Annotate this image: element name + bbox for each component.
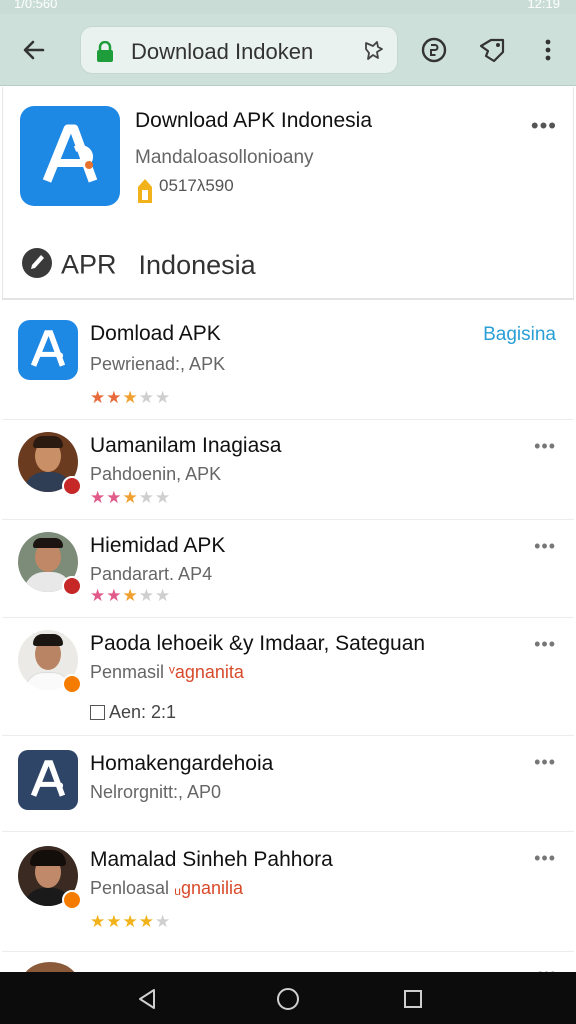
back-triangle-icon[interactable] bbox=[134, 986, 160, 1012]
app-name: Domload APK bbox=[90, 322, 221, 345]
subtitle-prefix: Penmasil bbox=[90, 662, 165, 682]
section-word-2: Indonesia bbox=[138, 249, 256, 280]
meta-text: Aen: 2:1 bbox=[109, 702, 177, 722]
check-circle-icon bbox=[21, 247, 53, 286]
status-bar: 1/0:560 12:19 bbox=[0, 0, 576, 14]
list-item[interactable]: Domload APK Pewrienad:, APK ★★★★★ Bagisi… bbox=[2, 302, 574, 420]
list-item[interactable]: Mamalad Sinheh Pahhora Penloasal ᵤgnanil… bbox=[2, 832, 574, 952]
app-logo-icon bbox=[18, 750, 78, 810]
arrow-left-icon bbox=[23, 40, 45, 60]
more-options-icon[interactable]: ••• bbox=[534, 848, 556, 869]
subtitle-highlight: ᵛagnanita bbox=[169, 662, 244, 682]
app-title: Download APK Indonesia bbox=[135, 109, 372, 132]
more-options-icon[interactable]: ••• bbox=[537, 964, 556, 972]
more-options-icon[interactable]: ••• bbox=[534, 634, 556, 655]
star-rating: ★★★★★ bbox=[90, 488, 172, 507]
award-icon bbox=[135, 177, 155, 210]
tag-icon bbox=[479, 38, 505, 63]
address-bar[interactable]: Download Indoken bbox=[80, 26, 398, 74]
app-subtitle: Pewrienad:, APK bbox=[90, 354, 226, 374]
lock-icon bbox=[95, 40, 115, 68]
status-badge-icon bbox=[62, 476, 82, 496]
more-options-icon[interactable]: ••• bbox=[534, 436, 556, 457]
avatar bbox=[18, 630, 82, 694]
url-text: Download Indoken bbox=[131, 39, 314, 64]
app-logo-icon bbox=[20, 106, 120, 206]
list-item[interactable]: Hiemidad APK Pandarart. AP4 ★★★★★ ••• bbox=[2, 520, 574, 618]
section-word-1: APR bbox=[61, 249, 117, 280]
featured-app-card[interactable]: Download APK Indonesia Mandaloasollonioa… bbox=[2, 87, 574, 300]
menu-button[interactable] bbox=[532, 34, 564, 66]
pin-icon[interactable] bbox=[363, 39, 385, 66]
checkbox-icon[interactable] bbox=[90, 705, 105, 720]
status-time: 12:19 bbox=[527, 0, 560, 11]
app-name: Homakengardehoia bbox=[90, 752, 274, 775]
browser-toolbar: Download Indoken bbox=[0, 14, 576, 86]
app-subtitle: Penloasal ᵤgnanilia bbox=[90, 878, 243, 899]
back-button[interactable] bbox=[18, 34, 50, 66]
status-left: 1/0:560 bbox=[14, 0, 58, 11]
install-link[interactable]: Bagisina bbox=[483, 324, 556, 346]
app-meta: Aen: 2:1 bbox=[90, 702, 176, 723]
status-badge-icon bbox=[62, 576, 82, 596]
list-item[interactable]: Uamanilam Inagiasa Pahdoenin, APK ★★★★★ … bbox=[2, 420, 574, 520]
status-badge-icon bbox=[62, 674, 82, 694]
data-saver-button[interactable] bbox=[418, 34, 450, 66]
avatar bbox=[18, 846, 82, 910]
status-badge-icon bbox=[62, 890, 82, 910]
recents-square-icon[interactable] bbox=[400, 986, 426, 1012]
app-subtitle: Pandarart. AP4 bbox=[90, 564, 213, 584]
list-item[interactable]: Paoda lehoeik &y Imdaar, Sateguan Penmas… bbox=[2, 618, 574, 736]
app-subtitle: Pahdoenin, APK bbox=[90, 464, 222, 484]
list-item[interactable]: ••• bbox=[2, 952, 574, 972]
app-logo-icon bbox=[18, 320, 78, 380]
tag-button[interactable] bbox=[476, 34, 508, 66]
system-nav-bar bbox=[0, 972, 576, 1024]
coin-icon bbox=[421, 37, 447, 63]
avatar bbox=[22, 962, 78, 972]
star-rating: ★★★★★ bbox=[90, 912, 172, 931]
avatar bbox=[18, 432, 82, 496]
app-subtitle: Penmasil ᵛagnanita bbox=[90, 662, 244, 683]
more-vert-icon bbox=[545, 39, 551, 61]
home-circle-icon[interactable] bbox=[275, 986, 301, 1012]
subtitle-highlight: ᵤgnanilia bbox=[174, 878, 244, 898]
app-subtitle: Nelrorgnitt:, AP0 bbox=[90, 782, 222, 802]
app-name: Mamalad Sinheh Pahhora bbox=[90, 848, 333, 871]
app-name: Paoda lehoeik &y Imdaar, Sateguan bbox=[90, 632, 426, 655]
more-options-icon[interactable]: ••• bbox=[534, 536, 556, 557]
star-rating: ★★★★★ bbox=[90, 586, 172, 605]
app-name: Hiemidad APK bbox=[90, 534, 226, 557]
more-options-icon[interactable]: ••• bbox=[531, 113, 557, 139]
app-name: Uamanilam Inagiasa bbox=[90, 434, 282, 457]
app-developer: Mandaloasollonioany bbox=[135, 147, 314, 168]
star-rating: ★★★★★ bbox=[90, 388, 172, 407]
app-code: 0517λ590 bbox=[159, 176, 234, 195]
section-heading: APR Indonesia bbox=[21, 247, 256, 286]
list-item[interactable]: Homakengardehoia Nelrorgnitt:, AP0 ••• bbox=[2, 736, 574, 832]
subtitle-prefix: Penloasal bbox=[90, 878, 170, 898]
avatar bbox=[18, 532, 82, 596]
more-options-icon[interactable]: ••• bbox=[534, 752, 556, 773]
